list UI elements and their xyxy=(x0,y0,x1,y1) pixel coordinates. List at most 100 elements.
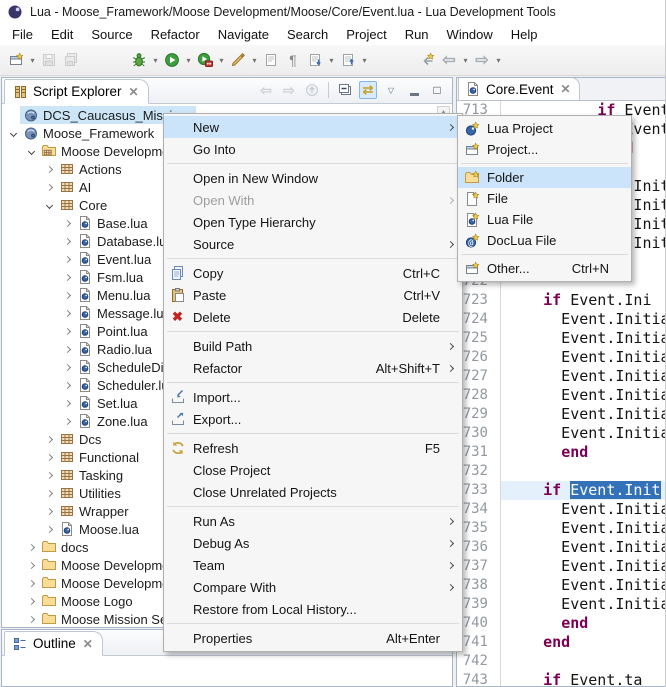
tab-core-event[interactable]: Core.Event ✕ xyxy=(458,77,580,100)
new-submenu-item-other[interactable]: Other... Ctrl+N xyxy=(458,258,631,279)
context-menu-item-delete[interactable]: ✖ Delete Delete xyxy=(164,306,462,328)
toolbar-run-button[interactable] xyxy=(161,48,183,72)
toolbar-run-coverage-dropdown[interactable]: ▾ xyxy=(216,56,227,65)
menubar-refactor[interactable]: Refactor xyxy=(142,25,209,45)
context-menu-item-paste[interactable]: Paste Ctrl+V xyxy=(164,284,462,306)
tree-expander[interactable] xyxy=(24,617,38,622)
menubar-window[interactable]: Window xyxy=(438,25,502,45)
tree-expander[interactable] xyxy=(60,239,74,244)
new-submenu-item-doclua-file[interactable]: @ DocLua File xyxy=(458,230,631,251)
toolbar-run-dropdown[interactable]: ▾ xyxy=(183,56,194,65)
toolbar-new-wizard-dropdown[interactable]: ▾ xyxy=(27,56,38,65)
context-menu-item-go-into[interactable]: Go Into xyxy=(164,138,462,160)
toolbar-show-whitespace-button[interactable]: ¶ xyxy=(282,48,304,72)
context-menu-item-run-as[interactable]: Run As xyxy=(164,510,462,532)
new-submenu-item-lua-project[interactable]: Lua Project xyxy=(458,118,631,139)
context-menu-item-open-with[interactable]: Open With xyxy=(164,189,462,211)
close-icon[interactable]: ✕ xyxy=(127,85,139,99)
tree-expander[interactable] xyxy=(60,383,74,388)
tree-expander[interactable] xyxy=(60,293,74,298)
context-menu-item-debug-as[interactable]: Debug As xyxy=(164,532,462,554)
menubar-search[interactable]: Search xyxy=(278,25,337,45)
toolbar-last-edit-location-button[interactable] xyxy=(416,48,438,72)
toolbar-save-button[interactable] xyxy=(38,48,60,72)
context-menu-item-open-in-new-window[interactable]: Open in New Window xyxy=(164,167,462,189)
context-menu-item-copy[interactable]: Copy Ctrl+C xyxy=(164,262,462,284)
toolbar-back-button[interactable]: ⇦ xyxy=(438,48,460,72)
explorer-nav-up-button[interactable] xyxy=(303,81,321,99)
tree-expander[interactable] xyxy=(24,149,38,154)
tree-expander[interactable] xyxy=(42,455,56,460)
toolbar-back-dropdown[interactable]: ▾ xyxy=(460,56,471,65)
toolbar-run-coverage-button[interactable] xyxy=(194,48,216,72)
context-menu-item-source[interactable]: Source xyxy=(164,233,462,255)
explorer-view-menu-button[interactable]: ▽ xyxy=(382,81,400,99)
toolbar-prev-annotation-dropdown[interactable]: ▾ xyxy=(359,56,370,65)
context-menu-item-team[interactable]: Team xyxy=(164,554,462,576)
tree-expander[interactable] xyxy=(60,401,74,406)
context-menu-item-close-project[interactable]: Close Project xyxy=(164,459,462,481)
new-submenu-item-file[interactable]: File xyxy=(458,188,631,209)
menubar-file[interactable]: File xyxy=(3,25,42,45)
explorer-nav-forward-button[interactable]: ⇨ xyxy=(280,81,298,99)
tree-expander[interactable] xyxy=(60,221,74,226)
explorer-collapse-all-button[interactable] xyxy=(336,81,354,99)
tab-outline[interactable]: Outline ✕ xyxy=(4,631,103,656)
context-menu-item-close-unrelated-projects[interactable]: Close Unrelated Projects xyxy=(164,481,462,503)
tab-script-explorer[interactable]: Script Explorer ✕ xyxy=(4,79,149,104)
menubar-help[interactable]: Help xyxy=(502,25,547,45)
toolbar-prev-annotation-button[interactable] xyxy=(337,48,359,72)
context-menu-item-export[interactable]: Export... xyxy=(164,408,462,430)
tree-expander[interactable] xyxy=(42,473,56,478)
tree-expander[interactable] xyxy=(42,491,56,496)
tree-expander[interactable] xyxy=(24,599,38,604)
tree-expander[interactable] xyxy=(42,437,56,442)
menubar-project[interactable]: Project xyxy=(337,25,395,45)
tree-expander[interactable] xyxy=(24,563,38,568)
explorer-maximize-button[interactable]: □ xyxy=(428,81,446,99)
context-menu-item-import[interactable]: Import... xyxy=(164,386,462,408)
new-submenu-item-project[interactable]: Project... xyxy=(458,139,631,160)
explorer-link-editor-button[interactable]: ⇄ xyxy=(359,81,377,99)
toolbar-forward-button[interactable]: ⇨ xyxy=(471,48,493,72)
context-menu-item-compare-with[interactable]: Compare With xyxy=(164,576,462,598)
tree-expander[interactable] xyxy=(60,365,74,370)
menubar-source[interactable]: Source xyxy=(82,25,141,45)
new-submenu-item-folder[interactable]: Folder xyxy=(458,167,631,188)
toolbar-save-all-button[interactable] xyxy=(60,48,82,72)
context-menu-item-new[interactable]: New xyxy=(164,116,462,138)
toolbar-forward-dropdown[interactable]: ▾ xyxy=(493,56,504,65)
tree-expander[interactable] xyxy=(42,203,56,208)
context-menu-item-restore-from-local-history[interactable]: Restore from Local History... xyxy=(164,598,462,620)
tree-expander[interactable] xyxy=(60,257,74,262)
explorer-minimize-button[interactable] xyxy=(405,81,423,99)
menubar-run[interactable]: Run xyxy=(396,25,438,45)
toolbar-next-annotation-dropdown[interactable]: ▾ xyxy=(326,56,337,65)
menubar-navigate[interactable]: Navigate xyxy=(209,25,278,45)
toolbar-mark-occurrences-button[interactable] xyxy=(260,48,282,72)
tree-expander[interactable] xyxy=(42,509,56,514)
tree-expander[interactable] xyxy=(60,311,74,316)
tree-expander[interactable] xyxy=(42,527,56,532)
toolbar-debug-dropdown[interactable]: ▾ xyxy=(150,56,161,65)
context-menu-item-refresh[interactable]: Refresh F5 xyxy=(164,437,462,459)
context-menu-item-open-type-hierarchy[interactable]: Open Type Hierarchy xyxy=(164,211,462,233)
toolbar-new-wizard-button[interactable] xyxy=(5,48,27,72)
tree-expander[interactable] xyxy=(24,581,38,586)
close-icon[interactable]: ✕ xyxy=(559,82,571,96)
tree-expander[interactable] xyxy=(24,545,38,550)
toolbar-paint-button[interactable] xyxy=(227,48,249,72)
context-menu-item-build-path[interactable]: Build Path xyxy=(164,335,462,357)
toolbar-next-annotation-button[interactable] xyxy=(304,48,326,72)
new-submenu-item-lua-file[interactable]: Lua File xyxy=(458,209,631,230)
tree-expander[interactable] xyxy=(42,167,56,172)
toolbar-debug-button[interactable] xyxy=(128,48,150,72)
context-menu-item-properties[interactable]: Properties Alt+Enter xyxy=(164,627,462,649)
tree-expander[interactable] xyxy=(6,131,20,136)
close-icon[interactable]: ✕ xyxy=(81,637,93,651)
context-menu-item-refactor[interactable]: Refactor Alt+Shift+T xyxy=(164,357,462,379)
tree-expander[interactable] xyxy=(60,419,74,424)
tree-expander[interactable] xyxy=(60,275,74,280)
tree-expander[interactable] xyxy=(60,347,74,352)
tree-expander[interactable] xyxy=(42,185,56,190)
